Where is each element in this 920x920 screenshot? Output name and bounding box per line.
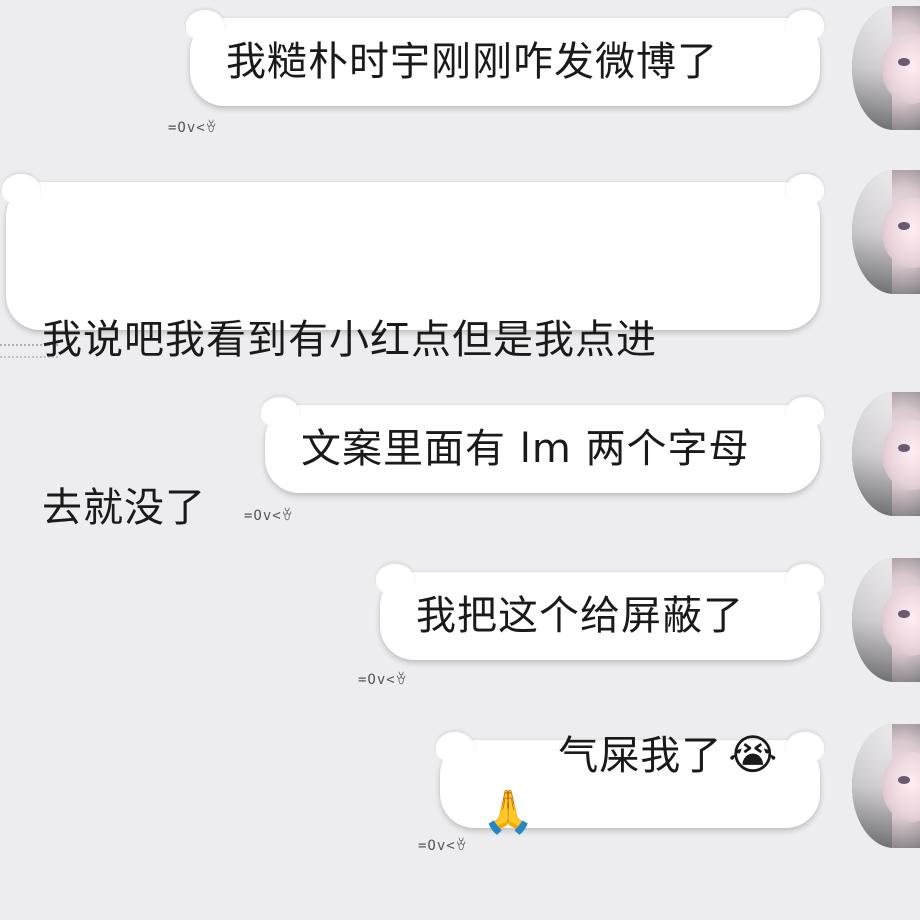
bubble-ear-decoration: [186, 10, 224, 40]
message-text: 气屎我了 😭 🙏: [476, 671, 790, 897]
avatar-eye: [898, 222, 910, 230]
message-bubble[interactable]: 我说吧我看到有小红点但是我点进 去就没了: [2, 174, 824, 531]
message-tail-kaomoji: =Ov<ꈊ: [418, 838, 468, 854]
avatar-eye: [898, 776, 910, 784]
avatar[interactable]: [852, 558, 920, 682]
avatar[interactable]: [852, 392, 920, 516]
bubble-ear-decoration: [786, 732, 824, 762]
praying-hands-emoji-icon: 🙏: [482, 787, 536, 836]
bubble-ear-decoration: [786, 174, 824, 204]
avatar-eye: [898, 444, 910, 452]
avatar-eye: [898, 58, 910, 66]
message-text: 我糙朴时宇刚刚咋发微博了: [226, 39, 718, 85]
avatar[interactable]: [852, 724, 920, 848]
message-text: 我把这个给屏蔽了: [416, 593, 744, 639]
avatar[interactable]: [852, 170, 920, 294]
message-bubble[interactable]: 气屎我了 😭 🙏: [436, 730, 824, 836]
message-bubble[interactable]: 我糙朴时宇刚刚咋发微博了: [186, 10, 824, 106]
message-tail-kaomoji: =Ov<ꈊ: [358, 672, 408, 688]
message-text-content: 气屎我了: [558, 733, 723, 779]
chat-thread: 我糙朴时宇刚刚咋发微博了 =Ov<ꈊ 我说吧我看到有小红点但是我点进 去就没了 …: [0, 0, 920, 920]
bubble-ear-decoration: [786, 10, 824, 40]
avatar[interactable]: [852, 6, 920, 130]
bubble-ear-decoration: [786, 397, 824, 427]
bubble-ear-decoration: [786, 564, 824, 594]
message-tail-kaomoji: =Ov<ꈊ: [168, 120, 218, 136]
message-text-line: 我说吧我看到有小红点但是我点进: [42, 317, 657, 363]
crying-face-emoji-icon: 😭: [728, 730, 779, 779]
message-text-line: 去就没了: [42, 485, 206, 531]
avatar-eye: [898, 610, 910, 618]
bubble-ear-decoration: [436, 732, 474, 762]
bubble-ear-decoration: [2, 174, 40, 204]
message-text: 文案里面有 lm 两个字母: [301, 426, 750, 472]
